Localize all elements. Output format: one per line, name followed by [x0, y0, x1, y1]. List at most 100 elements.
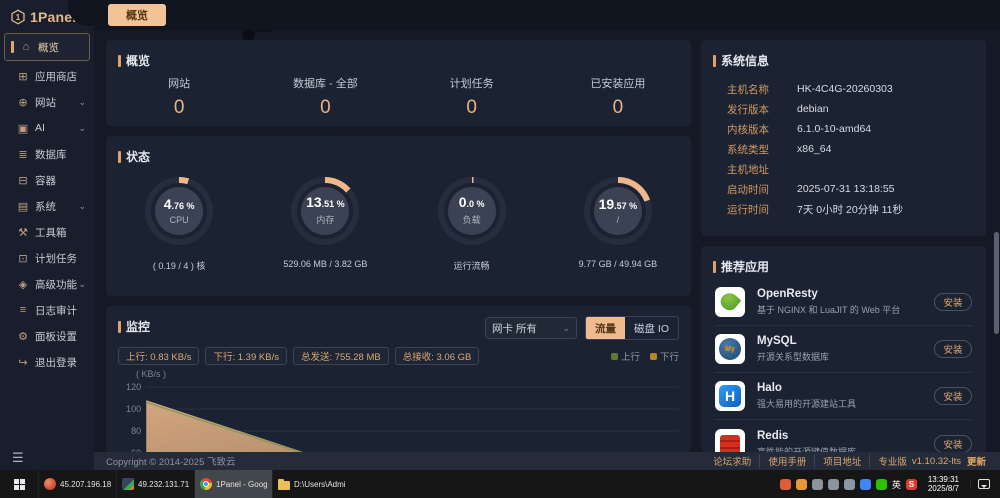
- wechat-icon[interactable]: [876, 479, 887, 490]
- app-description: 开源关系型数据库: [757, 350, 829, 363]
- scrollbar[interactable]: [994, 232, 999, 334]
- nic-select[interactable]: 网卡 所有 ⌄: [485, 317, 577, 339]
- gauge: 0.0 % 负载 运行流畅: [399, 177, 545, 272]
- sidebar-item-label: 概览: [38, 40, 59, 55]
- app-name: Halo: [757, 382, 856, 394]
- taskbar-item[interactable]: 45.207.196.180 [0...: [38, 470, 116, 498]
- info-label: 发行版本: [727, 102, 785, 117]
- info-label: 主机名称: [727, 82, 785, 97]
- stat-value[interactable]: 0: [399, 97, 545, 119]
- sidebar: 1 1Panel ⌂ 概览 ⌄ ⊞ 应用商店: [0, 0, 94, 470]
- install-button[interactable]: 安装: [934, 387, 972, 405]
- app-row: Halo 强大易用的开源建站工具 安装: [715, 373, 972, 420]
- sidebar-item[interactable]: ▤ 系统 ⌄: [0, 193, 94, 219]
- settings-icon: ⚙: [15, 330, 31, 343]
- info-value: debian: [797, 103, 829, 115]
- windows-taskbar: 45.207.196.180 [0... 49.232.131.71 [ad..…: [0, 470, 1000, 498]
- stat-value[interactable]: 0: [545, 97, 691, 119]
- monitor-mode-toggle: 流量 磁盘 IO: [585, 316, 679, 340]
- sogou-icon[interactable]: S: [906, 479, 917, 490]
- section-bar: [118, 55, 121, 67]
- taskbar-item[interactable]: 1Panel - Google ...: [194, 470, 272, 498]
- system-info-row: 发行版本 debian: [727, 99, 986, 119]
- sidebar-item[interactable]: ⚒ 工具箱 ⌄: [0, 219, 94, 245]
- page-content: 概览 网站 0 数据库 - 全部 0: [94, 30, 1000, 452]
- sidebar-item[interactable]: ⊕ 网站 ⌄: [0, 89, 94, 115]
- legend-item[interactable]: 上行: [611, 349, 640, 363]
- sidebar-item[interactable]: ⚙ 面板设置 ⌄: [0, 323, 94, 349]
- notification-icon: [978, 479, 990, 489]
- action-center-button[interactable]: [970, 479, 996, 489]
- taskbar-clock[interactable]: 13:39:31 2025/8/7: [928, 475, 959, 493]
- gauge-value: 19.57 %: [599, 198, 638, 212]
- section-bar: [713, 261, 716, 273]
- sidebar-item[interactable]: ↪ 退出登录 ⌄: [0, 349, 94, 375]
- tray-app-orange-icon[interactable]: [796, 479, 807, 490]
- ai-icon: ▣: [15, 122, 31, 135]
- sidebar-item[interactable]: ◈ 高级功能 ⌄: [0, 271, 94, 297]
- gauge-value: 4.76 %: [164, 198, 195, 212]
- footer-link[interactable]: 使用手册: [759, 454, 814, 468]
- chevron-down-icon: ⌄: [78, 99, 86, 105]
- xshell-icon: [44, 478, 56, 490]
- y-axis-tick: 80: [131, 426, 141, 436]
- app-row: OpenResty 基于 NGINX 和 LuaJIT 的 Web 平台 安装: [715, 279, 972, 326]
- sidebar-collapse-button[interactable]: ☰: [12, 450, 24, 466]
- chart-legend: 上行 下行: [611, 349, 679, 363]
- input-language-indicator[interactable]: 英: [892, 478, 901, 491]
- start-button[interactable]: [0, 470, 38, 498]
- install-button[interactable]: 安装: [934, 293, 972, 311]
- section-title: 状态: [126, 148, 150, 165]
- main-area: 概览 概览 网站 0: [94, 0, 1000, 470]
- info-label: 内核版本: [727, 122, 785, 137]
- footer-link[interactable]: 论坛求助: [705, 454, 759, 468]
- install-button[interactable]: 安装: [934, 435, 972, 453]
- stat-value[interactable]: 0: [106, 97, 252, 119]
- update-link[interactable]: 更新: [967, 454, 986, 468]
- sidebar-item-label: 网站: [35, 95, 56, 110]
- network-icon[interactable]: [844, 479, 855, 490]
- sidebar-item[interactable]: ≣ 数据库 ⌄: [0, 141, 94, 167]
- edition-label[interactable]: 专业版: [869, 454, 907, 468]
- logo-icon: 1: [10, 9, 26, 25]
- taskbar-item[interactable]: D:\Users\Adminis...: [272, 470, 350, 498]
- sidebar-item[interactable]: ≡ 日志审计 ⌄: [0, 297, 94, 323]
- camera-icon[interactable]: [812, 479, 823, 490]
- y-axis-tick: 100: [126, 404, 141, 414]
- app-icon: [715, 381, 745, 411]
- container-icon: ⊟: [15, 174, 31, 187]
- tray-app-red-icon[interactable]: [780, 479, 791, 490]
- info-value: HK-4C4G-20260303: [797, 83, 893, 95]
- app-description: 强大易用的开源建站工具: [757, 397, 856, 410]
- tab-overview[interactable]: 概览: [108, 4, 166, 26]
- sidebar-item[interactable]: ⊟ 容器 ⌄: [0, 167, 94, 193]
- gauge-value: 0.0 %: [459, 196, 485, 210]
- app-name: OpenResty: [757, 288, 900, 300]
- tray-app-blue-icon[interactable]: [860, 479, 871, 490]
- advanced-icon: ◈: [15, 278, 31, 291]
- active-indicator: [11, 41, 14, 53]
- page-footer: Copyright © 2014-2025 飞致云 论坛求助使用手册项目地址 专…: [94, 452, 1000, 470]
- area-series-down: [146, 400, 679, 452]
- traffic-stat-chip: 下行: 1.39 KB/s: [205, 347, 286, 365]
- system-icon: ▤: [15, 200, 31, 213]
- sidebar-item[interactable]: ⊡ 计划任务 ⌄: [0, 245, 94, 271]
- traffic-stat-chip: 上行: 0.83 KB/s: [118, 347, 199, 365]
- gauge-sublabel: 运行流畅: [454, 259, 490, 272]
- taskbar-item[interactable]: 49.232.131.71 [ad...: [116, 470, 194, 498]
- footer-link[interactable]: 项目地址: [814, 454, 869, 468]
- gauge-value: 13.51 %: [306, 196, 345, 210]
- section-title: 系统信息: [721, 52, 769, 69]
- monitor-mode-button[interactable]: 磁盘 IO: [625, 317, 678, 339]
- legend-item[interactable]: 下行: [650, 349, 679, 363]
- sidebar-item[interactable]: ▣ AI ⌄: [0, 115, 94, 141]
- speaker-muted-icon[interactable]: [828, 479, 839, 490]
- install-button[interactable]: 安装: [934, 340, 972, 358]
- taskbar-item-label: 49.232.131.71 [ad...: [138, 480, 189, 489]
- stat-value[interactable]: 0: [252, 97, 398, 119]
- app-icon: [715, 334, 745, 364]
- monitor-mode-button[interactable]: 流量: [586, 317, 625, 339]
- sidebar-item[interactable]: ⌂ 概览 ⌄: [4, 33, 90, 61]
- sidebar-item[interactable]: ⊞ 应用商店 ⌄: [0, 63, 94, 89]
- taskbar-item-label: 45.207.196.180 [0...: [60, 480, 111, 489]
